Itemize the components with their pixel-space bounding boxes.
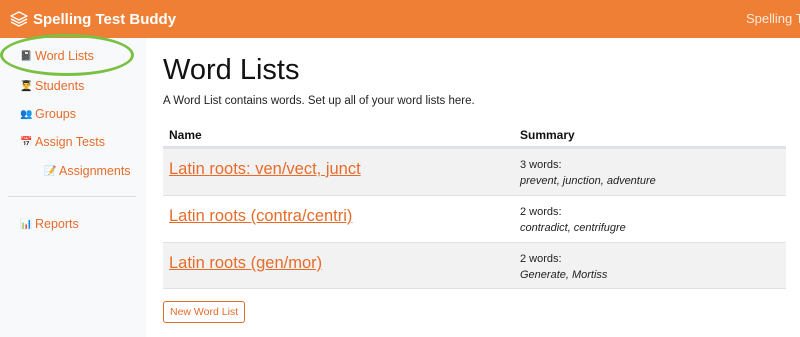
sidebar: 📓 Word Lists 👨‍🎓 Students 👥 Groups 📅 Ass…: [0, 38, 146, 337]
stack-icon: [10, 11, 28, 27]
sidebar-item-label: Students: [35, 79, 85, 93]
notebook-icon: 📓: [20, 50, 33, 62]
word-count: 2 words:: [520, 253, 562, 265]
word-list-link[interactable]: Latin roots: ven/vect, junct: [169, 160, 361, 179]
navbar-right-link[interactable]: Spelling Te: [746, 11, 800, 26]
sidebar-item-assignments[interactable]: 📝 Assignments: [44, 164, 131, 178]
memo-icon: 📝: [44, 165, 57, 177]
word-count: 2 words:: [520, 206, 562, 218]
sidebar-divider: [8, 196, 136, 197]
sidebar-item-label: Assign Tests: [35, 135, 105, 149]
calendar-icon: 📅: [20, 136, 33, 148]
word-summary: contradict, centrifugre: [520, 222, 626, 234]
table-header: Name Summary: [163, 122, 786, 148]
word-list-link[interactable]: Latin roots (contra/centri): [169, 207, 352, 226]
main-content: Word Lists A Word List contains words. S…: [146, 38, 800, 337]
table-row: Latin roots (contra/centri) 2 words: con…: [163, 195, 786, 242]
word-count: 3 words:: [520, 159, 562, 171]
groups-icon: 👥: [20, 108, 33, 120]
word-summary: prevent, junction, adventure: [520, 175, 656, 187]
page-description: A Word List contains words. Set up all o…: [163, 95, 475, 107]
word-summary: Generate, Mortiss: [520, 269, 608, 281]
sidebar-item-label: Groups: [35, 107, 76, 121]
student-icon: 👨‍🎓: [20, 80, 33, 92]
page-title: Word Lists: [163, 54, 300, 86]
word-lists-table: Name Summary Latin roots: ven/vect, junc…: [163, 122, 786, 289]
bar-chart-icon: 📊: [20, 218, 33, 230]
column-header-summary: Summary: [520, 128, 575, 142]
sidebar-item-students[interactable]: 👨‍🎓 Students: [20, 79, 84, 93]
sidebar-item-word-lists[interactable]: 📓 Word Lists: [20, 49, 94, 63]
sidebar-item-assign-tests[interactable]: 📅 Assign Tests: [20, 135, 105, 149]
sidebar-item-label: Word Lists: [35, 49, 94, 63]
word-list-link[interactable]: Latin roots (gen/mor): [169, 254, 322, 273]
brand-link[interactable]: Spelling Test Buddy: [10, 11, 176, 28]
table-row: Latin roots (gen/mor) 2 words: Generate,…: [163, 242, 786, 289]
sidebar-item-groups[interactable]: 👥 Groups: [20, 107, 76, 121]
top-navbar: Spelling Test Buddy Spelling Te: [0, 0, 800, 38]
sidebar-item-reports[interactable]: 📊 Reports: [20, 217, 79, 231]
table-row: Latin roots: ven/vect, junct 3 words: pr…: [163, 148, 786, 195]
column-header-name: Name: [169, 128, 202, 142]
sidebar-item-label: Assignments: [59, 164, 131, 178]
sidebar-item-label: Reports: [35, 217, 79, 231]
brand-name: Spelling Test Buddy: [33, 10, 177, 28]
new-word-list-button[interactable]: New Word List: [163, 301, 246, 323]
